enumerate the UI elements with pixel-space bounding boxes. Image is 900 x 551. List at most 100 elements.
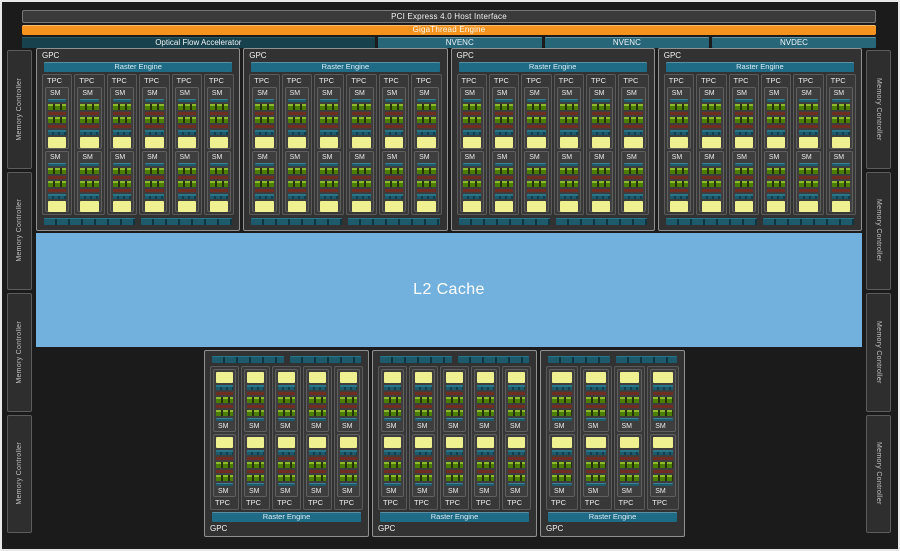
sm-cache-bar-teal-dashed [831, 130, 850, 135]
gpc-block: GPC Raster Engine TPC SM SM TPC SM SM TPC SM SM TPC… [657, 48, 862, 231]
sm-core-array-green [585, 397, 606, 403]
sm-scheduler-bar-teal [177, 99, 196, 102]
sm-block: SM [206, 150, 232, 212]
sm-block: SM [337, 369, 360, 432]
tpc-block: TPC SM SM [346, 74, 377, 215]
sm-divider-red [287, 175, 306, 179]
sm-core-array-green [352, 104, 371, 110]
sm-scheduler-bar-teal [216, 418, 233, 421]
sm-scheduler-bar-teal [384, 99, 404, 102]
sm-block: SM [459, 87, 484, 149]
sm-scheduler-bar-teal [494, 99, 514, 102]
sm-divider-red [592, 188, 611, 192]
gpc-block: GPC Raster Engine TPC SM SM TPC SM SM TPC SM SM TPC… [243, 48, 448, 231]
sm-scheduler-bar-teal [417, 99, 436, 102]
sm-divider-red [766, 125, 786, 128]
sm-core-array-green [216, 397, 233, 403]
tpc-label: TPC [701, 76, 717, 85]
sm-core-array-green [559, 180, 578, 187]
sm-cache-bar-teal-dashed [415, 385, 432, 390]
gpc-crossbar-segmented [44, 218, 136, 225]
gpc-label: GPC [456, 51, 474, 60]
tpc-block: TPC SM SM [281, 74, 312, 215]
tpc-block: TPC SM SM [586, 74, 617, 215]
sm-core-array-green [494, 104, 514, 110]
nvenc-bar-2: NVENC [544, 37, 709, 48]
sm-block: SM [474, 434, 497, 497]
sm-core-array-green [80, 180, 99, 187]
pci-express-host-interface-bar: PCI Express 4.0 Host Interface [22, 10, 876, 23]
sm-special-unit-yellow [831, 137, 850, 148]
sm-divider-red [508, 470, 525, 473]
sm-scheduler-bar-teal [417, 162, 436, 166]
sm-special-unit-yellow [477, 372, 494, 383]
sm-divider-red [508, 392, 525, 395]
sm-divider-red [309, 405, 326, 408]
sm-core-array-green [653, 397, 673, 403]
sm-label: SM [179, 153, 191, 161]
gpc-crossbar-row [212, 356, 361, 363]
sm-divider-red [446, 392, 463, 395]
sm-cache-bar-teal-dashed [799, 130, 818, 135]
l2-cache-label: L2 Cache [413, 281, 485, 298]
sm-divider-red [766, 112, 786, 115]
sm-core-array-green [669, 117, 689, 123]
sm-scheduler-bar-teal [415, 418, 432, 421]
sm-divider-red [477, 470, 494, 473]
sm-label: SM [147, 153, 158, 161]
raster-engine-bar: Raster Engine [380, 512, 529, 522]
sm-scheduler-bar-teal [352, 162, 371, 166]
sm-divider-red [734, 175, 753, 179]
sm-core-array-green [255, 104, 274, 110]
sm-block: SM [142, 87, 167, 149]
sm-scheduler-bar-teal [527, 99, 546, 102]
sm-block: SM [505, 369, 528, 432]
sm-cache-bar-teal-dashed [559, 130, 578, 135]
sm-label: SM [147, 90, 158, 97]
sm-divider-red [415, 470, 432, 473]
tpc-label: TPC [414, 498, 429, 507]
sm-core-array-green [527, 167, 546, 174]
sm-core-array-green [145, 167, 164, 174]
sm-divider-red [247, 405, 264, 408]
sm-special-unit-yellow [177, 200, 196, 212]
sm-block: SM [616, 369, 643, 432]
sm-special-unit-yellow [247, 437, 264, 448]
gpc-block: SM SM TPC SM SM TPC SM SM TPC SM SM TPC Raster Engin… [540, 350, 685, 537]
sm-divider-red [384, 405, 401, 408]
sm-core-array-green [831, 117, 850, 123]
sm-divider-red [216, 392, 233, 395]
sm-core-array-green [527, 104, 546, 110]
tpc-label: TPC [111, 76, 127, 85]
sm-block: SM [699, 150, 724, 212]
sm-block: SM [731, 150, 756, 212]
sm-core-array-green [340, 410, 357, 416]
sm-divider-red [80, 112, 99, 115]
sm-scheduler-bar-teal [48, 162, 67, 166]
sm-label: SM [50, 153, 61, 161]
sm-core-array-green [462, 104, 481, 110]
sm-core-array-green [145, 104, 164, 110]
tpc-row: SM SM TPC SM SM TPC SM SM TPC SM SM TPC [546, 366, 679, 510]
sm-divider-red [799, 112, 818, 115]
tpc-block: SM SM TPC [579, 366, 612, 510]
sm-core-array-green [446, 462, 463, 468]
tpc-block: SM SM TPC [440, 366, 469, 510]
sm-label: SM [249, 488, 260, 495]
sm-cache-bar-teal-dashed [831, 193, 850, 199]
sm-label: SM [289, 90, 301, 97]
sm-scheduler-bar-teal [309, 483, 326, 486]
sm-block: SM [828, 150, 853, 212]
tpc-label: TPC [339, 498, 354, 507]
tpc-label: TPC [618, 498, 634, 507]
tpc-label: TPC [798, 76, 814, 85]
sm-cache-bar-teal-dashed [216, 385, 233, 390]
sm-cache-bar-teal-dashed [340, 385, 357, 390]
sm-divider-red [494, 188, 514, 192]
sm-special-unit-yellow [278, 372, 295, 383]
sm-core-array-green [508, 462, 525, 468]
sm-core-array-green [415, 410, 432, 416]
sm-scheduler-bar-teal [494, 162, 514, 166]
raster-engine-bar: Raster Engine [44, 62, 233, 72]
sm-divider-red [278, 392, 295, 395]
